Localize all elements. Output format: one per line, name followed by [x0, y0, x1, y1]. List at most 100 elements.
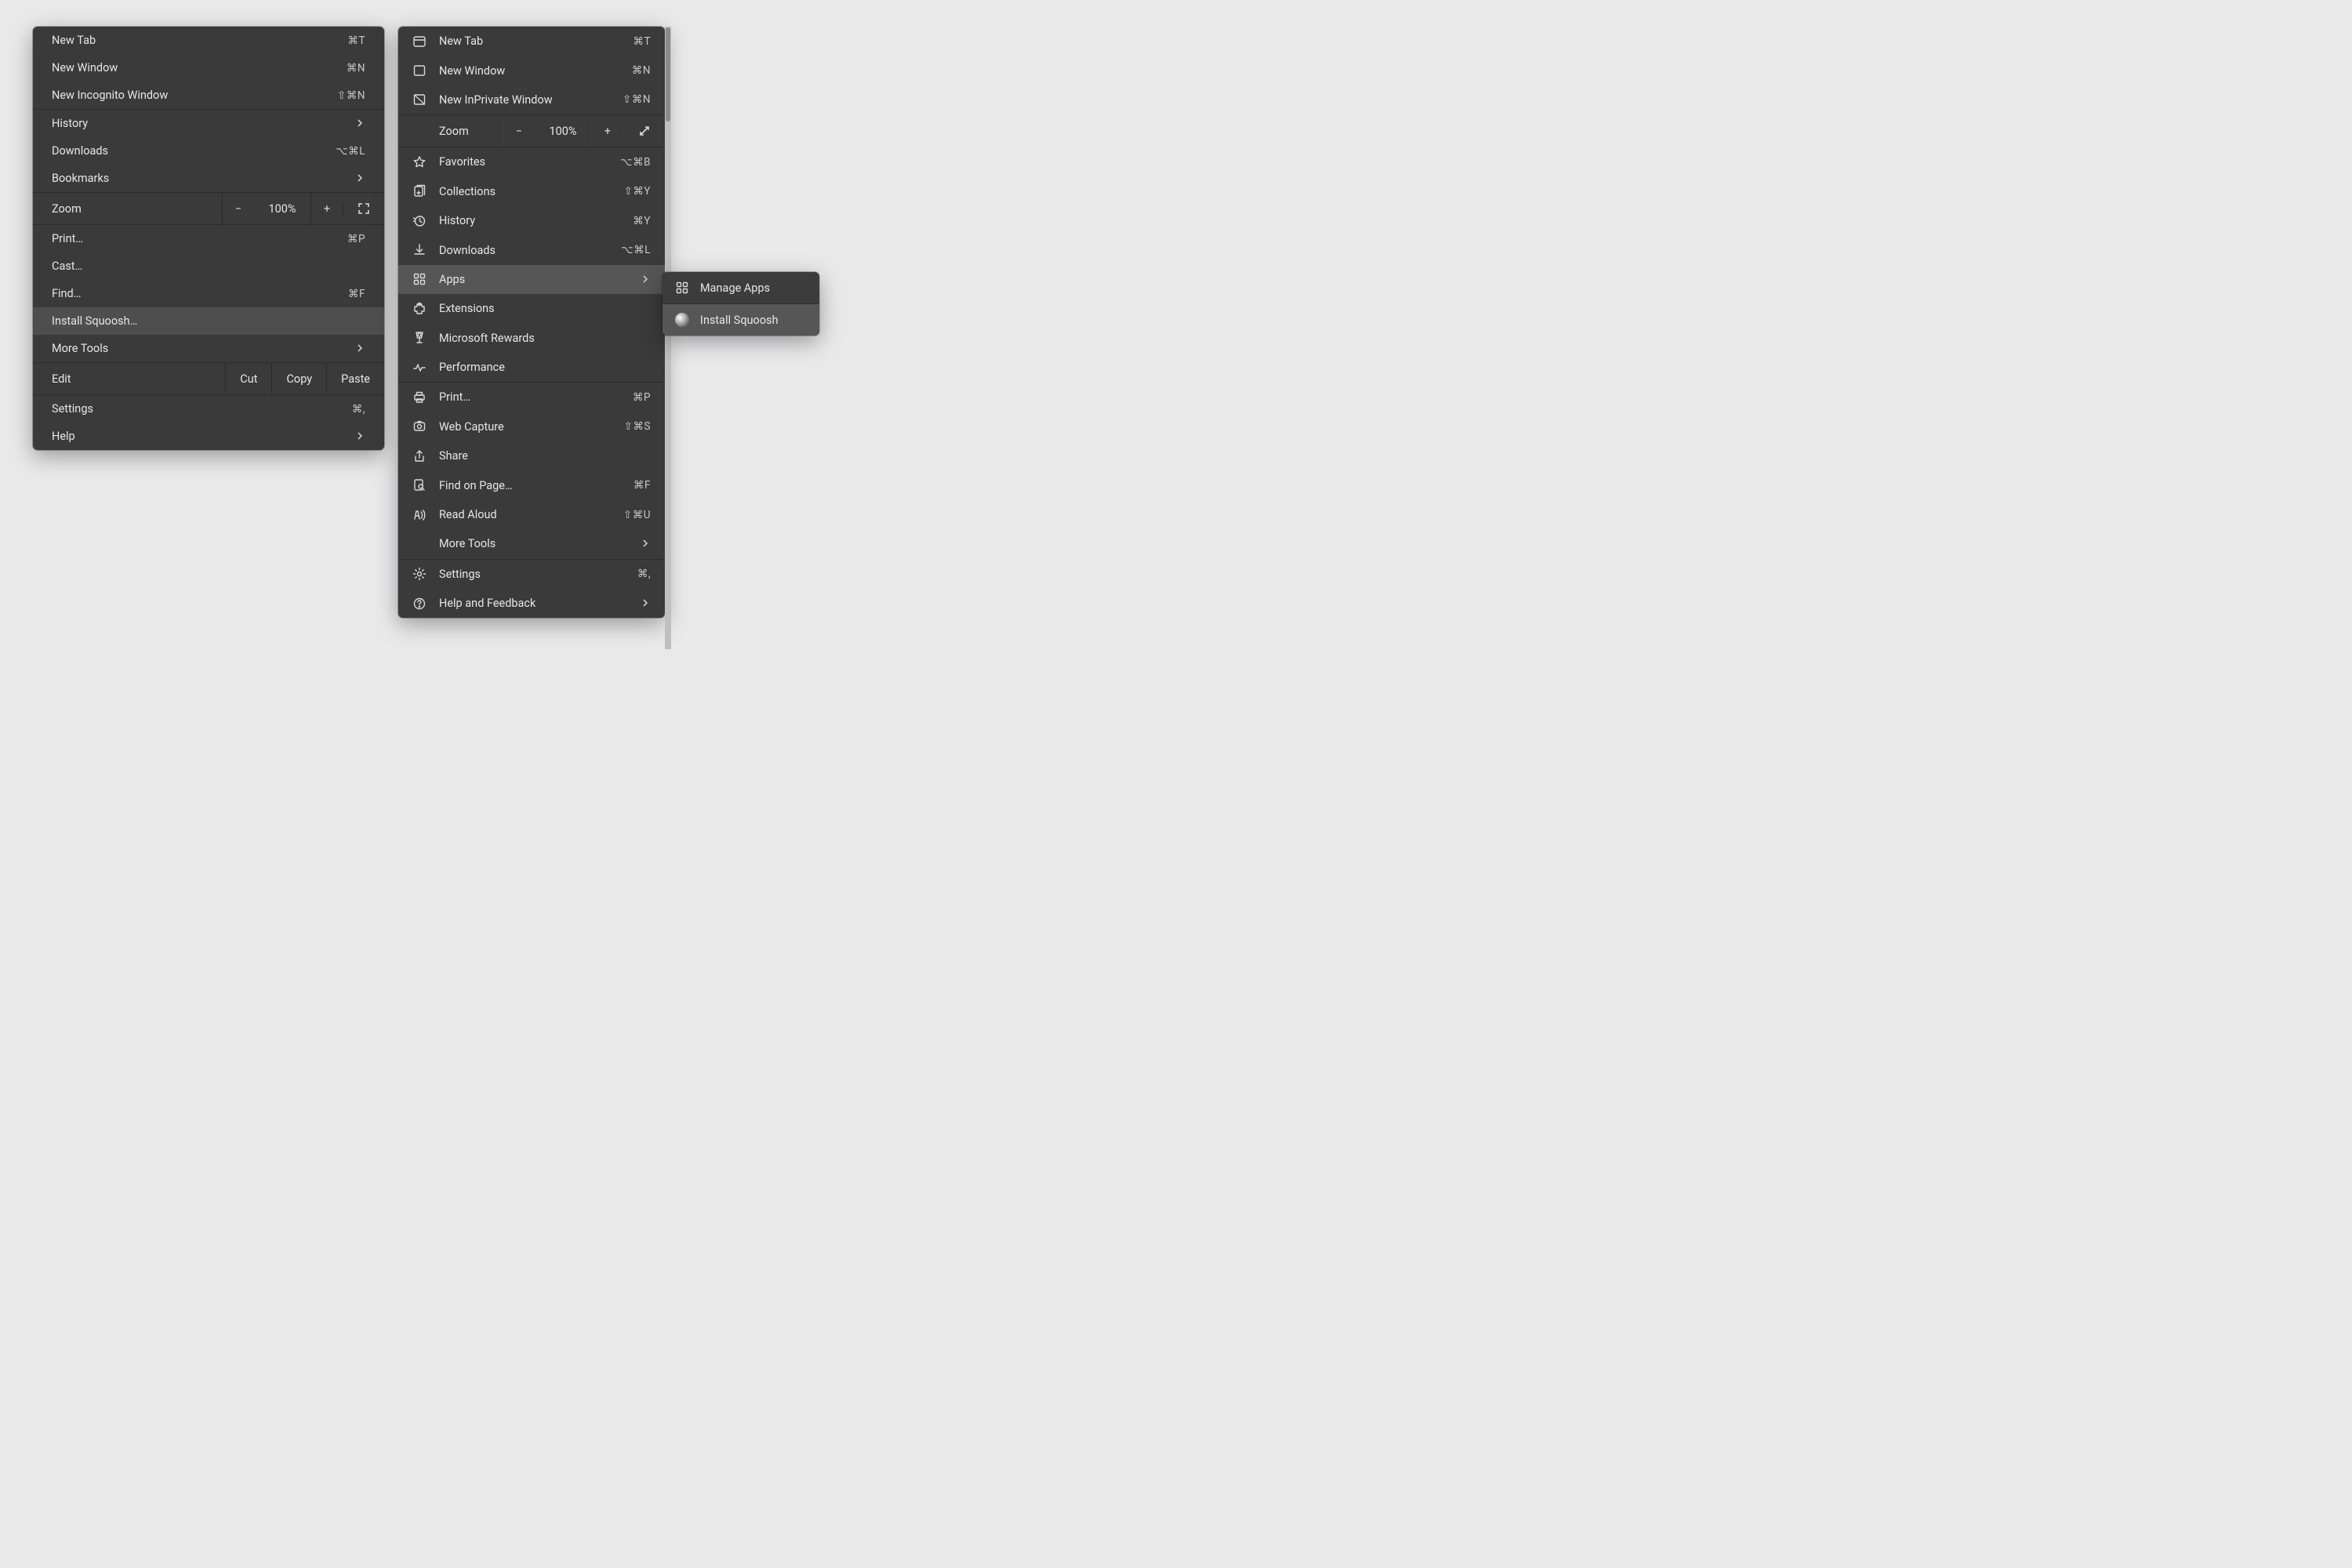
shortcut: ⌘N: [347, 62, 365, 74]
menu-item-share[interactable]: Share: [398, 441, 665, 470]
label: More Tools: [52, 342, 108, 355]
label: Copy: [286, 372, 312, 386]
paste-button[interactable]: Paste: [326, 363, 384, 394]
label: Find…: [52, 287, 81, 300]
menu-item-print[interactable]: Print… ⌘P: [33, 225, 384, 252]
label: Find on Page…: [439, 479, 513, 492]
menu-item-history[interactable]: History: [33, 110, 384, 137]
zoom-value: 100%: [535, 125, 591, 138]
menu-item-new-window[interactable]: New Window ⌘N: [33, 54, 384, 82]
label: Collections: [439, 185, 495, 198]
menu-item-print[interactable]: Print… ⌘P: [398, 383, 665, 412]
scrollbar-thumb[interactable]: [666, 27, 670, 122]
menu-item-new-tab[interactable]: New Tab ⌘T: [398, 27, 665, 56]
label: New InPrivate Window: [439, 93, 553, 107]
zoom-out-button[interactable]: −: [503, 115, 535, 147]
menu-item-install-squoosh[interactable]: Install Squoosh…: [33, 307, 384, 335]
menu-item-settings[interactable]: Settings ⌘,: [33, 395, 384, 423]
menu-item-more-tools[interactable]: More Tools: [33, 335, 384, 362]
menu-item-web-capture[interactable]: Web Capture ⇧⌘S: [398, 412, 665, 441]
menu-item-performance[interactable]: Performance: [398, 353, 665, 382]
fullscreen-button[interactable]: [623, 125, 665, 137]
performance-icon: [412, 361, 426, 375]
menu-item-new-incognito-window[interactable]: New Incognito Window ⇧⌘N: [33, 82, 384, 109]
new-tab-icon: [412, 34, 426, 49]
label: New Tab: [52, 34, 96, 47]
shortcut: ⌥⌘L: [336, 145, 365, 158]
label: New Window: [52, 61, 118, 74]
menu-item-history[interactable]: History ⌘Y: [398, 206, 665, 235]
menu-item-new-inprivate-window[interactable]: New InPrivate Window ⇧⌘N: [398, 85, 665, 114]
label: Microsoft Rewards: [439, 332, 535, 345]
minus-icon: −: [235, 202, 241, 216]
menu-item-settings[interactable]: Settings ⌘,: [398, 560, 665, 589]
shortcut: ⌘F: [633, 479, 651, 492]
menu-item-collections[interactable]: Collections ⇧⌘Y: [398, 177, 665, 206]
zoom-label: Zoom: [398, 125, 469, 138]
apps-submenu: Manage Apps Install Squoosh: [662, 272, 819, 336]
menu-item-help-and-feedback[interactable]: Help and Feedback: [398, 589, 665, 618]
edit-label: Edit: [33, 363, 71, 394]
menu-item-microsoft-rewards[interactable]: Microsoft Rewards: [398, 324, 665, 353]
menu-item-help[interactable]: Help: [33, 423, 384, 450]
menu-item-apps[interactable]: Apps: [398, 265, 665, 294]
menu-item-find[interactable]: Find… ⌘F: [33, 280, 384, 307]
menu-item-manage-apps[interactable]: Manage Apps: [662, 272, 819, 303]
scrollbar[interactable]: [665, 27, 671, 649]
label: History: [52, 117, 88, 130]
menu-item-downloads[interactable]: Downloads ⌥⌘L: [398, 235, 665, 264]
shortcut: ⌥⌘L: [621, 244, 651, 256]
menu-item-bookmarks[interactable]: Bookmarks: [33, 165, 384, 192]
menu-item-install-squoosh[interactable]: Install Squoosh: [662, 304, 819, 336]
label: Print…: [439, 390, 470, 404]
history-icon: [412, 214, 426, 228]
label: New Tab: [439, 34, 483, 48]
zoom-out-button[interactable]: −: [222, 193, 254, 224]
shortcut: ⇧⌘S: [624, 420, 651, 433]
zoom-row: Zoom − 100% +: [398, 114, 665, 147]
menu-item-favorites[interactable]: Favorites ⌥⌘B: [398, 147, 665, 176]
label: Performance: [439, 361, 505, 374]
label: Print…: [52, 232, 83, 245]
chrome-overflow-menu: New Tab ⌘T New Window ⌘N New Incognito W…: [33, 27, 384, 450]
web-capture-icon: [412, 419, 426, 434]
chevron-right-icon: [354, 342, 365, 355]
chevron-right-icon: [354, 430, 365, 443]
shortcut: ⇧⌘N: [622, 93, 651, 106]
find-icon: [412, 478, 426, 492]
label: Manage Apps: [700, 281, 770, 295]
shortcut: ⌘,: [352, 403, 365, 416]
menu-item-cast[interactable]: Cast…: [33, 252, 384, 280]
zoom-value: 100%: [254, 202, 310, 216]
label: Apps: [439, 273, 465, 286]
zoom-in-button[interactable]: +: [310, 193, 343, 224]
shortcut: ⇧⌘Y: [624, 185, 651, 198]
gear-icon: [412, 567, 426, 581]
cut-button[interactable]: Cut: [225, 363, 271, 394]
help-icon: [412, 597, 426, 611]
menu-item-new-tab[interactable]: New Tab ⌘T: [33, 27, 384, 54]
shortcut: ⌘T: [347, 34, 365, 47]
plus-icon: +: [324, 202, 330, 216]
zoom-in-button[interactable]: +: [591, 115, 623, 147]
menu-item-extensions[interactable]: Extensions: [398, 294, 665, 323]
fullscreen-button[interactable]: [343, 202, 384, 215]
zoom-row: Zoom − 100% +: [33, 193, 384, 224]
menu-item-more-tools[interactable]: More Tools: [398, 529, 665, 558]
shortcut: ⌘F: [348, 288, 365, 300]
menu-item-new-window[interactable]: New Window ⌘N: [398, 56, 665, 85]
label: Cut: [240, 372, 257, 386]
chevron-right-icon: [640, 537, 651, 550]
menu-item-read-aloud[interactable]: Read Aloud ⇧⌘U: [398, 500, 665, 529]
label: Read Aloud: [439, 508, 497, 521]
copy-button[interactable]: Copy: [271, 363, 326, 394]
read-aloud-icon: [412, 508, 426, 522]
label: Settings: [439, 568, 481, 581]
label: Help: [52, 430, 75, 443]
menu-item-downloads[interactable]: Downloads ⌥⌘L: [33, 137, 384, 165]
shortcut: ⌥⌘B: [620, 156, 651, 169]
label: Install Squoosh…: [52, 314, 137, 328]
download-icon: [412, 243, 426, 257]
menu-item-find-on-page[interactable]: Find on Page… ⌘F: [398, 470, 665, 499]
apps-icon: [412, 272, 426, 286]
